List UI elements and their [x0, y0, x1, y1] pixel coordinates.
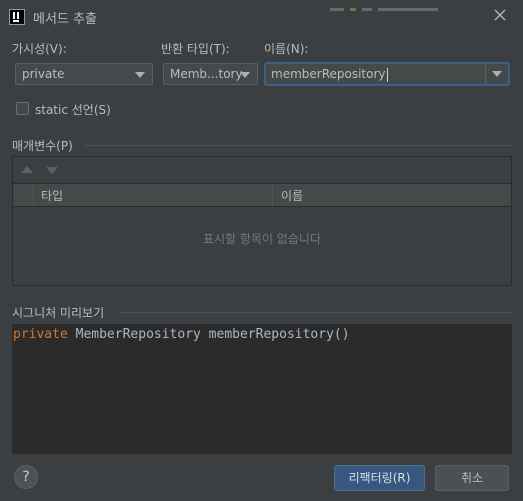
section-divider — [119, 312, 512, 313]
title-bar: 메서드 추출 — [0, 0, 523, 32]
text-caret — [386, 67, 388, 82]
empty-table-text: 표시할 항목이 없습니다 — [202, 232, 322, 246]
arrow-up-icon[interactable] — [21, 166, 33, 173]
parameters-section-label: 매개변수(P) — [12, 139, 73, 153]
visibility-value: private — [22, 67, 65, 81]
name-combo[interactable]: memberRepository — [264, 62, 510, 86]
arrow-down-icon[interactable] — [46, 167, 58, 174]
combo-separator — [485, 64, 486, 84]
visibility-label: 가시성(V): — [12, 42, 67, 56]
column-header-type[interactable]: 타입 — [41, 184, 63, 208]
refactor-button[interactable]: 리팩터링(R) — [334, 465, 425, 491]
column-header-name[interactable]: 이름 — [281, 184, 303, 208]
static-checkbox[interactable] — [16, 102, 29, 115]
column-divider — [272, 184, 273, 206]
signature-keyword: private — [13, 327, 68, 342]
return-type-label: 반환 타입(T): — [161, 42, 230, 56]
parameters-panel: 타입 이름 표시할 항목이 없습니다 — [12, 156, 512, 286]
return-type-select[interactable]: Memb...tory — [163, 63, 258, 85]
signature-text: MemberRepository memberRepository() — [67, 327, 350, 342]
intellij-app-icon — [9, 9, 25, 25]
chevron-down-icon — [240, 72, 250, 78]
signature-preview: private MemberRepository memberRepositor… — [12, 324, 512, 454]
visibility-select[interactable]: private — [15, 63, 153, 85]
name-label: 이름(N): — [264, 42, 309, 56]
return-type-value: Memb...tory — [170, 67, 243, 81]
section-divider — [84, 145, 512, 146]
header-check-column — [13, 184, 34, 206]
dialog-title: 메서드 추출 — [33, 12, 97, 27]
close-icon[interactable] — [491, 6, 509, 24]
chevron-down-icon — [135, 72, 145, 78]
static-checkbox-label[interactable]: static 선언(S) — [35, 101, 111, 118]
background-window-strip — [330, 0, 480, 11]
help-icon[interactable]: ? — [14, 465, 38, 489]
chevron-down-icon[interactable] — [492, 71, 502, 77]
name-input[interactable]: memberRepository — [271, 67, 386, 81]
cancel-button[interactable]: 취소 — [435, 465, 509, 491]
parameters-table-header: 타입 이름 — [13, 183, 511, 207]
signature-section-label: 시그니처 미리보기 — [12, 306, 105, 320]
signature-code-line: private MemberRepository memberRepositor… — [13, 327, 350, 342]
